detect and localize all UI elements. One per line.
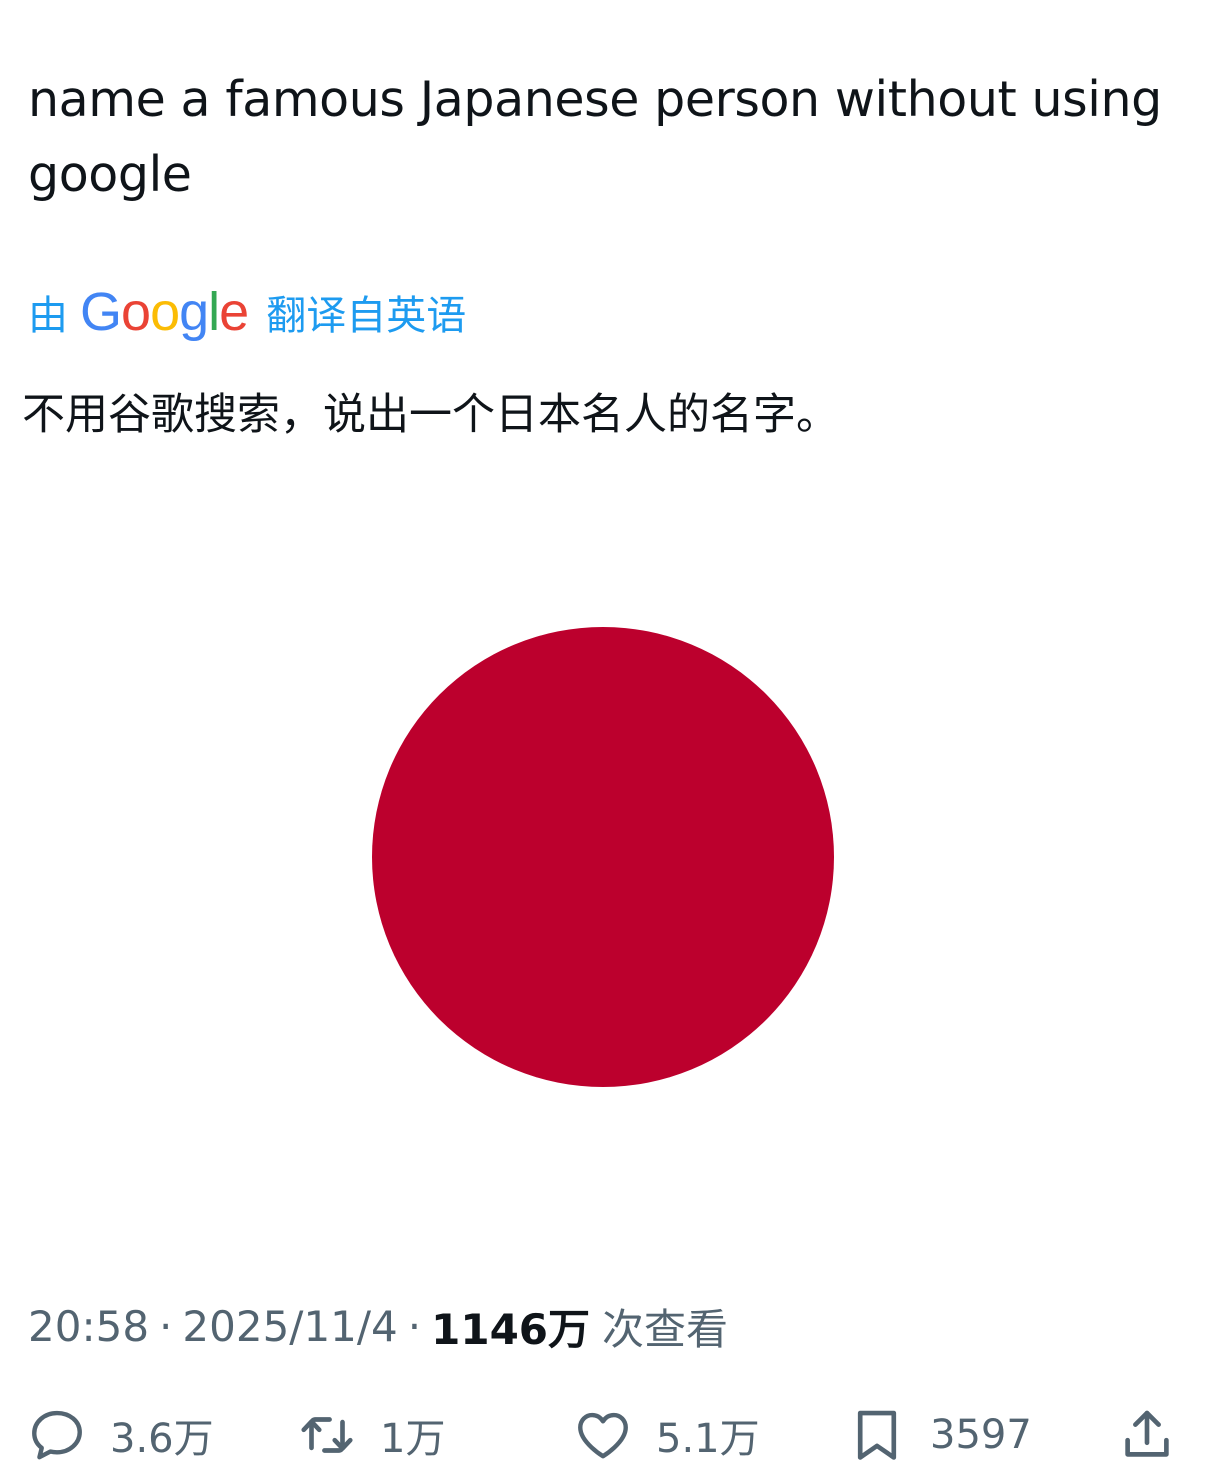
bookmark-count: 3597 xyxy=(930,1412,1032,1458)
meta-separator: · xyxy=(407,1301,422,1351)
tweet-text: name a famous Japanese person without us… xyxy=(28,71,1162,203)
bookmark-icon xyxy=(857,1410,897,1460)
google-logo: Google xyxy=(80,282,249,342)
retweet-arrows-icon xyxy=(301,1417,353,1453)
share-button[interactable] xyxy=(1116,1400,1178,1470)
views-label: 次查看 xyxy=(602,1304,729,1354)
heart-icon xyxy=(578,1412,628,1459)
tweet-meta: 20:58 · 2025/11/4 · 1146万 次查看 xyxy=(28,1296,728,1356)
tweet-media-image[interactable] xyxy=(0,470,1206,1250)
translated-tweet-text: 不用谷歌搜索，说出一个日本名人的名字。 xyxy=(22,390,839,440)
views-count[interactable]: 1146万 xyxy=(431,1296,590,1357)
translation-suffix: 翻译自英语 xyxy=(266,293,467,339)
tweet-date[interactable]: 2025/11/4 xyxy=(182,1302,397,1351)
reply-count: 3.6万 xyxy=(110,1416,214,1462)
like-button[interactable]: 5.1万 xyxy=(572,1400,760,1470)
bookmark-button[interactable]: 3597 xyxy=(846,1400,1032,1470)
translation-attribution[interactable]: 由 Google 翻译自英语 xyxy=(28,280,466,344)
share-upload-icon xyxy=(1125,1410,1169,1457)
like-count: 5.1万 xyxy=(656,1416,760,1462)
japan-flag-red-disc xyxy=(372,627,834,1087)
meta-separator: · xyxy=(159,1301,173,1351)
tweet-time[interactable]: 20:58 xyxy=(28,1302,149,1351)
reply-button[interactable]: 3.6万 xyxy=(26,1400,214,1470)
retweet-count: 1万 xyxy=(380,1416,446,1462)
translation-prefix: 由 xyxy=(28,293,68,339)
retweet-button[interactable]: 1万 xyxy=(296,1400,445,1470)
tweet-actions-bar: 3.6万 1万 5.1万 3597 xyxy=(0,1400,1206,1470)
reply-bubble-icon xyxy=(32,1410,82,1460)
